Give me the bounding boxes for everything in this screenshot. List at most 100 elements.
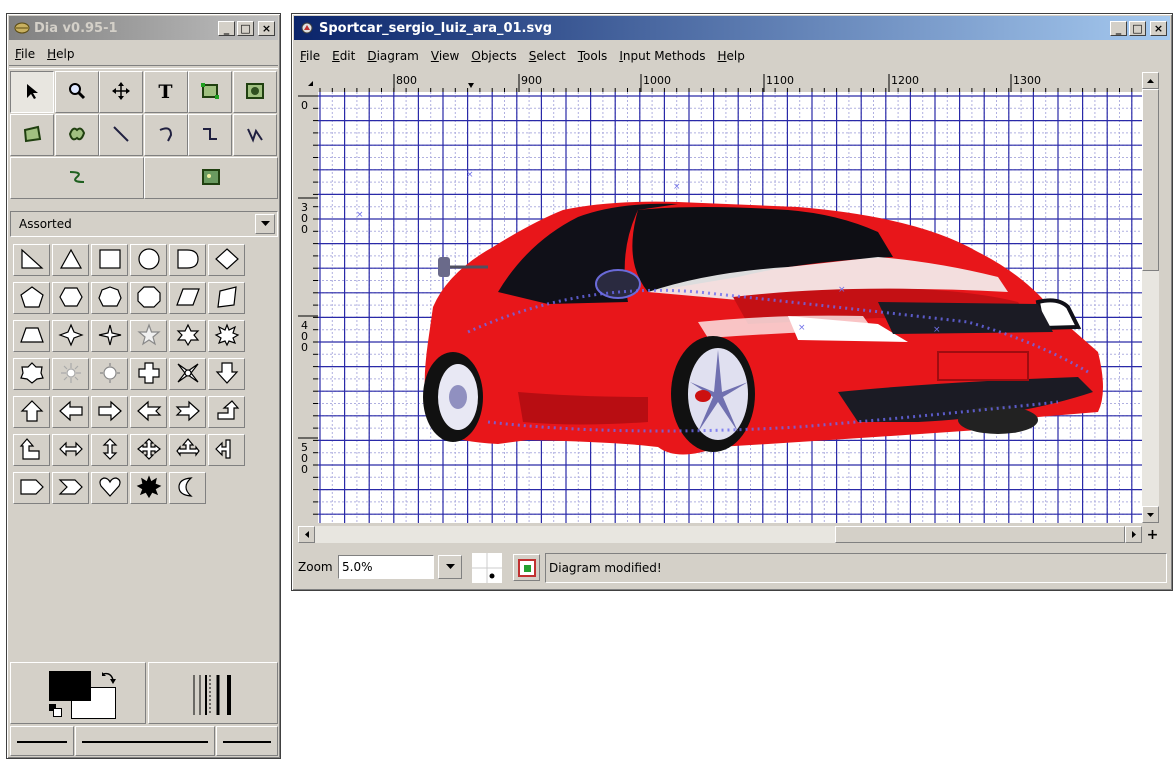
vertical-scroll-thumb[interactable] <box>1142 89 1159 271</box>
start-arrow-selector[interactable] <box>10 726 74 756</box>
text-tool[interactable]: T <box>143 71 188 113</box>
shape-four-point-star-b[interactable] <box>91 320 128 352</box>
diagram-canvas[interactable]: × × × × × × <box>318 92 1142 523</box>
close-button[interactable]: × <box>258 20 275 36</box>
shape-four-point-star[interactable] <box>52 320 89 352</box>
shape-starburst[interactable] <box>130 472 167 504</box>
minimize-button[interactable]: _ <box>218 20 235 36</box>
shape-arrow-down[interactable] <box>208 358 245 390</box>
shape-arrow-left-right[interactable] <box>52 434 89 466</box>
diagram-menu-select[interactable]: Select <box>523 49 572 63</box>
shape-arrow-cross-up[interactable] <box>169 434 206 466</box>
corner-origin-button[interactable] <box>298 72 318 91</box>
toolbox-menu-file[interactable]: File <box>9 47 41 61</box>
image-icon <box>201 168 221 189</box>
shape-arrow-up-down[interactable] <box>91 434 128 466</box>
line-tool[interactable] <box>99 114 143 156</box>
shape-six-point-star[interactable] <box>169 320 206 352</box>
bezier-tool[interactable] <box>10 157 144 199</box>
swap-colors-icon[interactable] <box>101 671 117 685</box>
toolbox-menu-help[interactable]: Help <box>41 47 80 61</box>
shape-quadrilateral[interactable] <box>208 282 245 314</box>
shape-arrow-right[interactable] <box>91 396 128 428</box>
vertical-scrollbar[interactable] <box>1142 72 1159 523</box>
zigzag-tool[interactable] <box>188 114 232 156</box>
minimize-button[interactable]: _ <box>1110 20 1127 36</box>
scroll-down-button[interactable] <box>1142 506 1159 523</box>
arc-tool[interactable] <box>143 114 188 156</box>
diagram-menu-help[interactable]: Help <box>711 49 750 63</box>
reset-colors-icon[interactable] <box>49 704 62 717</box>
shape-ornament[interactable] <box>169 358 206 390</box>
diagram-menu-objects[interactable]: Objects <box>465 49 522 63</box>
shape-arrow-left-split[interactable] <box>208 434 245 466</box>
shape-arrow-turn-up[interactable] <box>208 396 245 428</box>
sheet-selector[interactable]: Assorted <box>10 211 278 237</box>
shape-arrow-four-way[interactable] <box>130 434 167 466</box>
navigation-cross-icon[interactable]: + <box>1144 526 1161 543</box>
box-tool[interactable] <box>188 71 232 113</box>
sheet-dropdown-button[interactable] <box>255 214 275 234</box>
polyline-tool[interactable] <box>232 114 277 156</box>
shape-arrow-left[interactable] <box>52 396 89 428</box>
shape-arrow-up[interactable] <box>13 396 50 428</box>
diagram-menu-file[interactable]: File <box>294 49 326 63</box>
scroll-tool[interactable] <box>99 71 143 113</box>
shape-seven-point-star[interactable] <box>13 358 50 390</box>
beziergon-tool[interactable] <box>54 114 99 156</box>
shape-circle[interactable] <box>130 244 167 276</box>
line-style-selector[interactable] <box>75 726 215 756</box>
end-arrow-selector[interactable] <box>216 726 278 756</box>
scroll-left-button[interactable] <box>298 526 315 543</box>
diagram-menu-edit[interactable]: Edit <box>326 49 361 63</box>
shape-chevron[interactable] <box>52 472 89 504</box>
shape-heptagon[interactable] <box>91 282 128 314</box>
shape-five-point-star[interactable] <box>130 320 167 352</box>
shape-burst[interactable] <box>208 320 245 352</box>
horizontal-scroll-thumb[interactable] <box>835 526 1125 543</box>
diagram-titlebar[interactable]: Sportcar_sergio_luiz_ara_01.svg _ □ × <box>294 16 1170 40</box>
shape-d-shape[interactable] <box>169 244 206 276</box>
scroll-right-button[interactable] <box>1125 526 1142 543</box>
snap-to-grid-toggle[interactable] <box>472 553 502 583</box>
shape-diamond[interactable] <box>208 244 245 276</box>
connection-points-toggle[interactable] <box>513 554 540 581</box>
shape-arrow-left-notched[interactable] <box>130 396 167 428</box>
foreground-color-swatch[interactable] <box>49 671 91 701</box>
shape-arrow-right-notched[interactable] <box>169 396 206 428</box>
line-width-area[interactable] <box>148 662 278 724</box>
shape-plus[interactable] <box>130 358 167 390</box>
diagram-menu-tools[interactable]: Tools <box>572 49 614 63</box>
shape-pentagon-arrow[interactable] <box>13 472 50 504</box>
shape-hexagon[interactable] <box>52 282 89 314</box>
shape-triangle[interactable] <box>52 244 89 276</box>
maximize-button[interactable]: □ <box>1129 20 1146 36</box>
shape-trapezoid[interactable] <box>13 320 50 352</box>
zoom-input[interactable]: 5.0% <box>338 555 434 579</box>
shape-sun[interactable] <box>91 358 128 390</box>
diagram-menu-diagram[interactable]: Diagram <box>361 49 425 63</box>
maximize-button[interactable]: □ <box>237 20 254 36</box>
ellipse-tool[interactable] <box>232 71 277 113</box>
shape-sunburst[interactable] <box>52 358 89 390</box>
shape-pentagon[interactable] <box>13 282 50 314</box>
diagram-menu-input-methods[interactable]: Input Methods <box>613 49 711 63</box>
shape-heart[interactable] <box>91 472 128 504</box>
close-button[interactable]: × <box>1150 20 1167 36</box>
shape-octagon[interactable] <box>130 282 167 314</box>
shape-parallelogram[interactable] <box>169 282 206 314</box>
scroll-up-button[interactable] <box>1142 72 1159 89</box>
sportscar-drawing[interactable]: × × × × × × <box>318 92 1142 523</box>
pointer-tool[interactable] <box>10 71 54 113</box>
image-tool[interactable] <box>144 157 278 199</box>
shape-arrow-turn-left[interactable] <box>13 434 50 466</box>
horizontal-scrollbar[interactable] <box>298 526 1142 543</box>
polygon-tool[interactable] <box>10 114 54 156</box>
shape-right-triangle[interactable] <box>13 244 50 276</box>
toolbox-titlebar[interactable]: Dia v0.95-1 _ □ × <box>9 16 278 40</box>
zoom-dropdown-button[interactable] <box>438 555 462 579</box>
magnify-tool[interactable] <box>54 71 99 113</box>
diagram-menu-view[interactable]: View <box>425 49 465 63</box>
shape-square[interactable] <box>91 244 128 276</box>
shape-moon[interactable] <box>169 472 206 504</box>
